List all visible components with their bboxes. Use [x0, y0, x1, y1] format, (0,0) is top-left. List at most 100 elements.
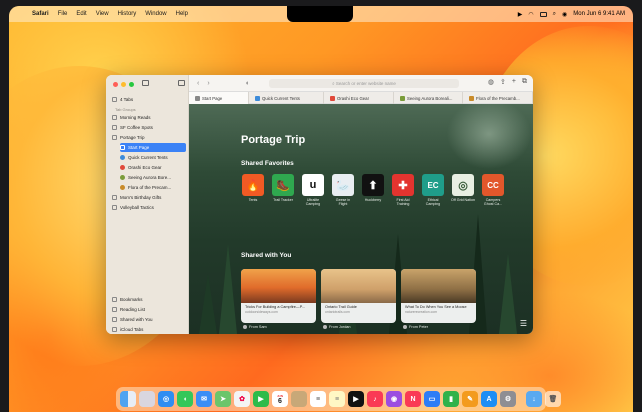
- tab-quick-current-tents[interactable]: Quick Current Tents: [249, 92, 324, 104]
- shared-card[interactable]: Tricks For Building a Campfire—P... outd…: [241, 269, 316, 323]
- keynote-icon[interactable]: ▭: [424, 391, 440, 407]
- wifi-icon[interactable]: ◠: [528, 11, 533, 18]
- sidebar-toggle-icon[interactable]: [142, 80, 149, 86]
- ultralite-camping-icon: u: [302, 174, 324, 196]
- podcasts-icon[interactable]: ◉: [386, 391, 402, 407]
- tab-label: Seeing Aurora Boreali...: [407, 95, 453, 101]
- favorite-item[interactable]: CC Campers Ghost Ca...: [481, 174, 505, 206]
- downloads-icon[interactable]: ↓: [526, 391, 542, 407]
- tab-overview-icon[interactable]: [178, 80, 185, 86]
- sidebar-item-tabs[interactable]: 4 Tabs: [112, 95, 186, 104]
- favicon-icon: [120, 165, 125, 170]
- sidebar-tab-item[interactable]: Flora of the Precam...: [120, 183, 186, 192]
- menu-help[interactable]: Help: [176, 11, 188, 17]
- tab-group-item[interactable]: Mom's Birthday Gifts: [112, 193, 186, 202]
- close-button[interactable]: [113, 82, 118, 87]
- sidebar-item-label: Flora of the Precam...: [128, 185, 172, 190]
- calendar-icon[interactable]: JUN 6: [272, 391, 288, 407]
- sidebar-tab-item[interactable]: Start Page: [120, 143, 186, 152]
- sidebar-item-shared-with-you[interactable]: Shared with You: [112, 315, 186, 324]
- sidebar-tab-item[interactable]: Seeing Aurora Bore...: [120, 173, 186, 182]
- photos-icon[interactable]: ✿: [234, 391, 250, 407]
- maps-icon[interactable]: ➤: [215, 391, 231, 407]
- tab-seeing-aurora[interactable]: Seeing Aurora Boreali...: [394, 92, 463, 104]
- tab-group-item[interactable]: Volleyball Tactics: [112, 203, 186, 212]
- menu-file[interactable]: File: [58, 11, 68, 17]
- tab-flora-precambrian[interactable]: Flora of the Precamb...: [463, 92, 533, 104]
- shield-icon[interactable]: ◐: [246, 80, 250, 87]
- tv-icon[interactable]: ▶: [348, 391, 364, 407]
- start-page: Portage Trip Shared Favorites 🔥 Tents 🥾 …: [189, 104, 533, 334]
- sidebar-item-label: Bookmarks: [120, 297, 143, 302]
- ethical-camping-icon: EC: [422, 174, 444, 196]
- appstore-icon[interactable]: A: [481, 391, 497, 407]
- favorite-item[interactable]: ✚ First Aid Training: [391, 174, 415, 206]
- sidebar-item-label: SF Coffee Spots: [120, 125, 153, 130]
- tab-bar: Start Page Quick Current Tents Orashi Ec…: [189, 92, 533, 104]
- favorite-item[interactable]: 🥾 Trail Tracker: [271, 174, 295, 206]
- new-tab-icon[interactable]: +: [512, 78, 516, 86]
- tab-orashi-eco-gear[interactable]: Orashi Eco Gear: [324, 92, 394, 104]
- trash-icon[interactable]: 🗑: [545, 391, 561, 407]
- tents-icon: 🔥: [242, 174, 264, 196]
- tab-group-item[interactable]: SF Coffee Spots: [112, 123, 186, 132]
- favorite-item[interactable]: 🔥 Tents: [241, 174, 265, 206]
- news-icon[interactable]: N: [405, 391, 421, 407]
- tab-overview-icon[interactable]: ⧉: [522, 78, 527, 86]
- favorite-item[interactable]: EC Ethical Camping: [421, 174, 445, 206]
- forward-icon[interactable]: ›: [207, 80, 209, 87]
- section-header: Tab Groups: [115, 107, 136, 112]
- finder-icon[interactable]: [120, 391, 136, 407]
- share-collaborators-icon[interactable]: ◍: [488, 78, 494, 86]
- address-bar[interactable]: ⌕ Search or enter website name: [269, 79, 459, 88]
- tab-start-page[interactable]: Start Page: [189, 92, 249, 104]
- battery-icon[interactable]: [539, 11, 547, 17]
- contacts-icon[interactable]: [291, 391, 307, 407]
- sidebar-item-bookmarks[interactable]: Bookmarks: [112, 295, 186, 304]
- favorite-item[interactable]: ⬆ Huckberry: [361, 174, 385, 206]
- settings-icon[interactable]: ⚙: [500, 391, 516, 407]
- tab-group-icon: [112, 125, 117, 130]
- back-icon[interactable]: ‹: [197, 80, 199, 87]
- spotlight-icon[interactable]: ⌕: [553, 11, 556, 18]
- calendar-day: 6: [278, 398, 282, 405]
- shared-card[interactable]: What To Do When You See a Moose naturere…: [401, 269, 476, 323]
- safari-icon[interactable]: ◎: [158, 391, 174, 407]
- sidebar-tab-item[interactable]: Orashi Eco Gear: [120, 163, 186, 172]
- sidebar-item-reading-list[interactable]: Reading List: [112, 305, 186, 314]
- pages-icon[interactable]: ✎: [462, 391, 478, 407]
- sidebar-item-icloud-tabs[interactable]: iCloud Tabs: [112, 325, 186, 334]
- siri-icon[interactable]: ◉: [562, 11, 567, 18]
- control-center-icon[interactable]: ▶: [518, 11, 523, 18]
- notes-icon[interactable]: ≡: [329, 391, 345, 407]
- card-site: naturerecreation.com: [405, 310, 438, 314]
- favorite-item[interactable]: ◎ Off Grid Nation: [451, 174, 475, 206]
- menu-window[interactable]: Window: [145, 11, 166, 17]
- clock[interactable]: Mon Jun 6 9:41 AM: [573, 11, 625, 17]
- facetime-icon[interactable]: ▶: [253, 391, 269, 407]
- customize-start-page-icon[interactable]: ☰: [520, 319, 527, 328]
- launchpad-icon[interactable]: [139, 391, 155, 407]
- menu-history[interactable]: History: [118, 11, 137, 17]
- star-icon: [195, 95, 200, 101]
- reminders-icon[interactable]: ≡: [310, 391, 326, 407]
- tab-group-item[interactable]: Morning Reads: [112, 113, 186, 122]
- messages-icon[interactable]: ◖: [177, 391, 193, 407]
- music-icon[interactable]: ♪: [367, 391, 383, 407]
- shared-card[interactable]: Ontario Trail Guide ontariotrails.com: [321, 269, 396, 323]
- avatar: [243, 325, 247, 329]
- tab-label: Quick Current Tents: [262, 95, 300, 101]
- zoom-button[interactable]: [129, 82, 134, 87]
- favorite-item[interactable]: u Ultralite Camping: [301, 174, 325, 206]
- app-menu[interactable]: Safari: [32, 11, 49, 17]
- minimize-button[interactable]: [121, 82, 126, 87]
- favorite-item[interactable]: 🦢 Geese in Flight: [331, 174, 355, 206]
- tab-label: Orashi Eco Gear: [337, 95, 370, 101]
- menu-edit[interactable]: Edit: [76, 11, 86, 17]
- menu-view[interactable]: View: [96, 11, 109, 17]
- tab-group-item[interactable]: Portage Trip: [112, 133, 186, 142]
- mail-icon[interactable]: ✉: [196, 391, 212, 407]
- share-icon[interactable]: ⇪: [500, 78, 506, 86]
- sidebar-tab-item[interactable]: Quick Current Tents: [120, 153, 186, 162]
- numbers-icon[interactable]: ▮: [443, 391, 459, 407]
